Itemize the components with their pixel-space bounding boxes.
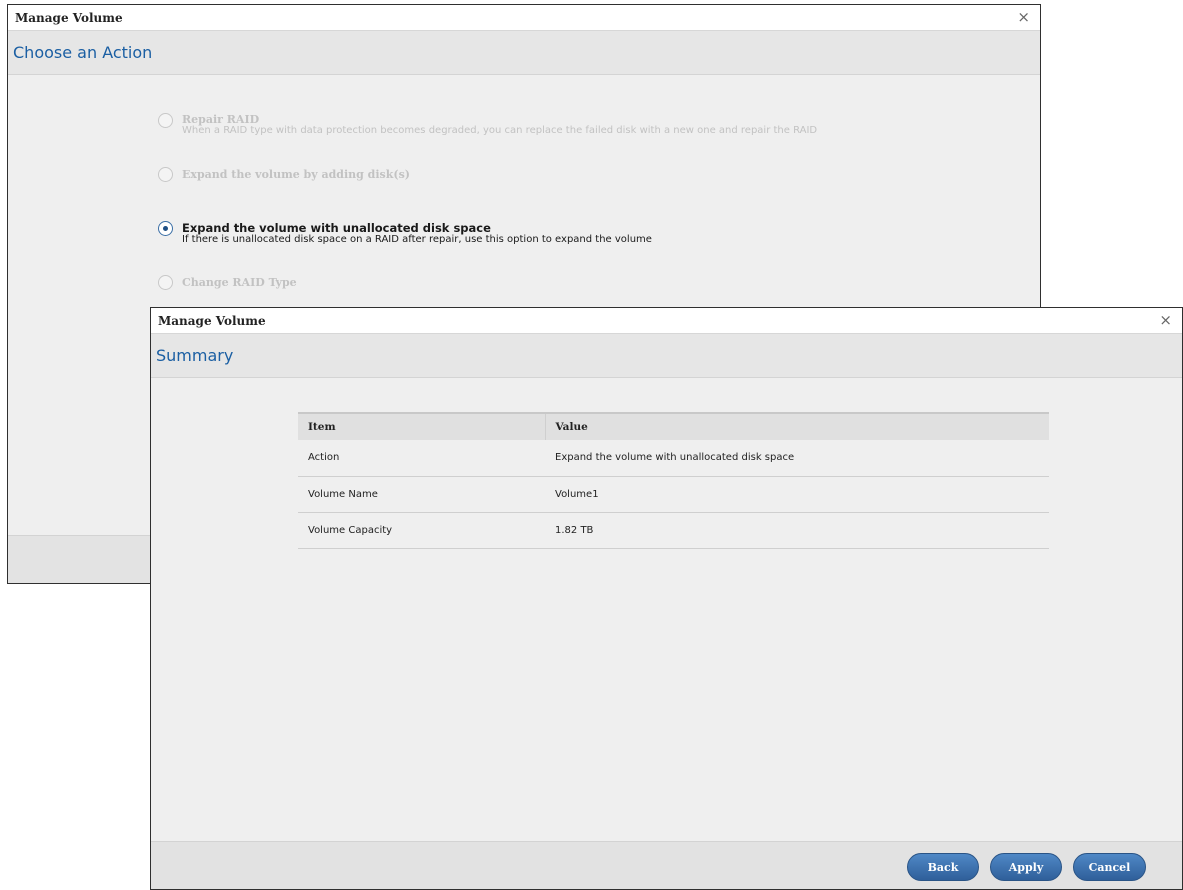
option-label: Expand the volume with unallocated disk … — [182, 221, 491, 235]
section-title: Summary — [156, 346, 234, 365]
radio-repair-raid — [158, 113, 173, 128]
dialog-titlebar: Manage Volume × — [8, 5, 1040, 31]
section-header: Summary — [151, 334, 1182, 378]
table-row: Action Expand the volume with unallocate… — [298, 440, 1049, 477]
table-row: Volume Name Volume1 — [298, 476, 1049, 513]
table-cell-value: Volume1 — [545, 476, 1049, 513]
dialog-title: Manage Volume — [15, 11, 123, 25]
apply-button[interactable]: Apply — [990, 853, 1062, 881]
close-icon[interactable]: × — [1017, 8, 1030, 26]
dialog-footer: Back Apply Cancel — [151, 841, 1182, 889]
back-button[interactable]: Back — [907, 853, 979, 881]
radio-change-raid-type — [158, 275, 173, 290]
cancel-button[interactable]: Cancel — [1073, 853, 1146, 881]
radio-expand-adding-disks — [158, 167, 173, 182]
dialog-titlebar: Manage Volume × — [151, 308, 1182, 334]
column-header-value: Value — [544, 412, 1049, 440]
section-header: Choose an Action — [8, 31, 1040, 75]
table-row: Volume Capacity 1.82 TB — [298, 512, 1049, 549]
table-cell-item: Volume Name — [298, 476, 545, 513]
option-label: Change RAID Type — [182, 276, 297, 289]
radio-expand-unallocated[interactable] — [158, 221, 173, 236]
summary-table: Item Value Action Expand the volume with… — [298, 412, 1049, 549]
table-cell-value: 1.82 TB — [545, 512, 1049, 549]
table-cell-item: Volume Capacity — [298, 512, 545, 549]
dialog-title: Manage Volume — [158, 314, 266, 328]
close-icon[interactable]: × — [1159, 311, 1172, 329]
table-cell-value: Expand the volume with unallocated disk … — [545, 440, 1049, 477]
column-header-item: Item — [298, 412, 545, 440]
option-description: When a RAID type with data protection be… — [182, 125, 818, 136]
table-cell-item: Action — [298, 440, 545, 477]
manage-volume-dialog-summary: Manage Volume × Summary Item Value Actio… — [150, 307, 1183, 890]
option-description: If there is unallocated disk space on a … — [182, 234, 652, 245]
section-title: Choose an Action — [13, 43, 153, 62]
table-header-row: Item Value — [298, 412, 1049, 440]
option-label: Expand the volume by adding disk(s) — [182, 168, 410, 181]
